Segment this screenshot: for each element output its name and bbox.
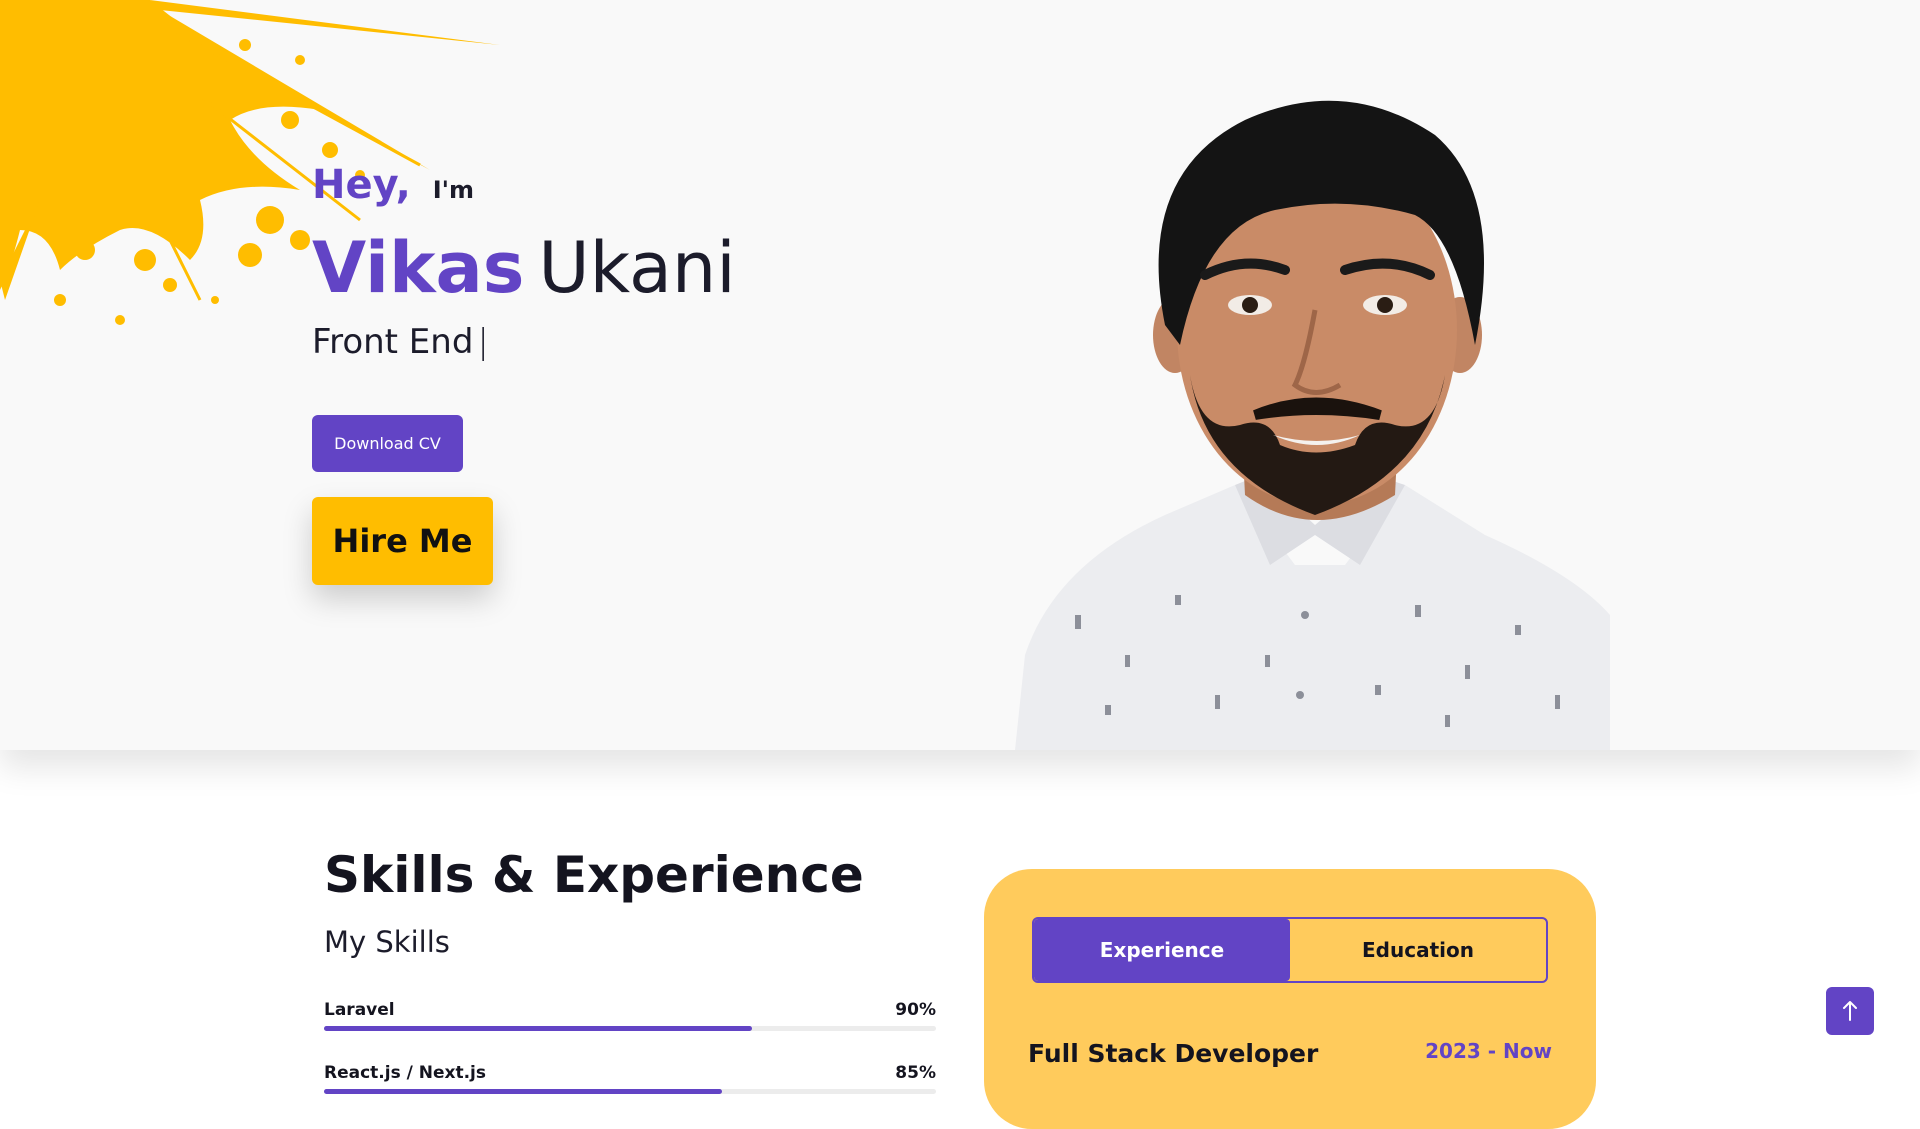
skill-label: React.js / Next.js xyxy=(324,1063,486,1083)
tab-experience[interactable]: Experience xyxy=(1034,919,1290,981)
job-title: Full Stack Developer xyxy=(1028,1039,1319,1068)
download-cv-button[interactable]: Download CV xyxy=(312,415,463,472)
skill-percent: 90% xyxy=(895,1000,936,1020)
experience-education-card: Experience Education Full Stack Develope… xyxy=(984,869,1596,1129)
role-typewriter: Front End | xyxy=(312,322,489,362)
tab-education[interactable]: Education xyxy=(1290,919,1546,981)
hero-section: Hey, I'm Vikas Ukani Front End | Download … xyxy=(0,0,1920,750)
scroll-to-top-button[interactable] xyxy=(1826,987,1874,1035)
skill-progress-track xyxy=(324,1089,936,1094)
skill-progress-fill xyxy=(324,1026,753,1031)
skill-label: Laravel xyxy=(324,1000,395,1020)
full-name: Vikas Ukani xyxy=(312,226,736,310)
hire-me-button[interactable]: Hire Me xyxy=(312,497,493,585)
greeting: Hey, I'm xyxy=(312,162,474,208)
tab-switcher: Experience Education xyxy=(1032,917,1548,983)
typing-caret: | xyxy=(477,322,489,362)
skills-subtitle: My Skills xyxy=(324,925,450,959)
arrow-up-icon xyxy=(1843,1001,1857,1021)
skill-percent: 85% xyxy=(895,1063,936,1083)
skill-progress-fill xyxy=(324,1089,722,1094)
role-text: Front End xyxy=(312,322,474,362)
skills-section-title: Skills & Experience xyxy=(324,846,864,904)
greeting-intro: I'm xyxy=(432,176,475,204)
first-name: Vikas xyxy=(312,227,525,309)
skill-progress-track xyxy=(324,1026,936,1031)
profile-photo xyxy=(1015,100,1610,750)
last-name: Ukani xyxy=(538,227,736,309)
job-date: 2023 - Now xyxy=(1425,1039,1552,1063)
greeting-hey: Hey, xyxy=(312,162,411,208)
